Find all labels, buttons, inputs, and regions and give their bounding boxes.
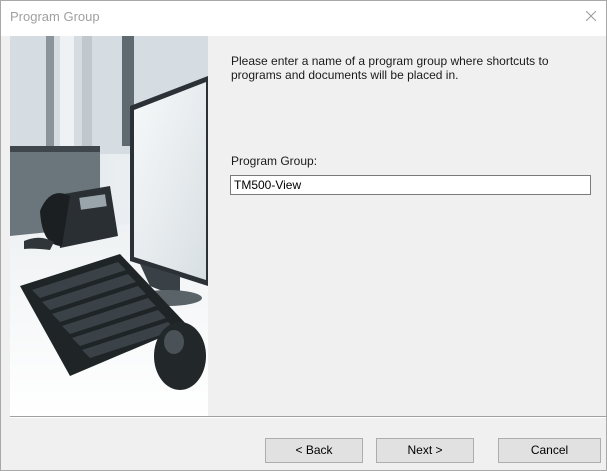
back-button[interactable]: < Back (265, 438, 363, 463)
program-group-label: Program Group: (231, 154, 318, 168)
program-group-input[interactable] (230, 175, 591, 195)
close-button[interactable] (576, 1, 606, 31)
office-desk-illustration (10, 36, 208, 416)
close-icon (586, 11, 596, 21)
title-bar: Program Group (1, 1, 606, 36)
cancel-button[interactable]: Cancel (498, 438, 601, 463)
installer-dialog: Program Group Please enter a name of a p… (0, 0, 607, 471)
instruction-text: Please enter a name of a program group w… (231, 54, 549, 82)
wizard-banner-image (10, 36, 208, 416)
window-title: Program Group (10, 9, 100, 24)
wizard-content: Please enter a name of a program group w… (208, 36, 606, 416)
footer-separator (10, 416, 606, 418)
next-button[interactable]: Next > (376, 438, 474, 463)
